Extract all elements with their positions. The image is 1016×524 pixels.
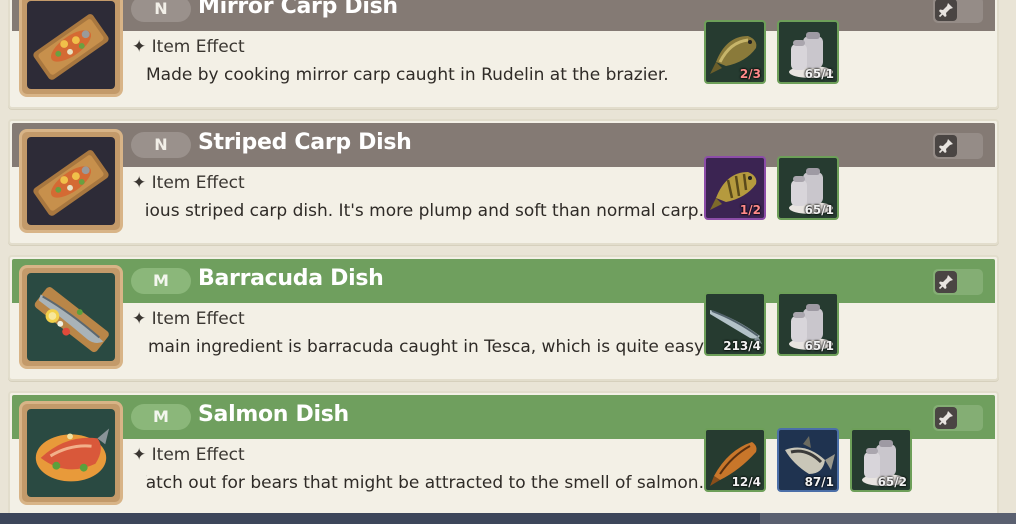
material-count: 12/4 — [731, 475, 761, 489]
recipe-list: N Mirror Carp Dish ✦ Item Effect Made by… — [0, 0, 1016, 524]
dish-thumbnail — [19, 0, 123, 97]
recipe-title: Salmon Dish — [198, 402, 349, 427]
pin-toggle[interactable] — [933, 133, 983, 159]
recipe-description: sh. Watch out for bears that might be at… — [146, 473, 704, 493]
recipe-description: delicious striped carp dish. It's more p… — [146, 201, 704, 221]
item-effect-label: ✦ Item Effect — [132, 37, 245, 57]
material-count: 213/4 — [723, 339, 761, 353]
pin-icon — [935, 0, 957, 21]
pin-toggle[interactable] — [933, 269, 983, 295]
barracuda-dish-icon — [34, 287, 109, 353]
material-count: 87/1 — [804, 475, 834, 489]
material-slot[interactable]: 65/1 — [777, 292, 839, 356]
dish-thumbnail — [19, 129, 123, 233]
material-count: 65/1 — [804, 339, 834, 353]
material-slot[interactable]: 1/2 — [704, 156, 766, 220]
material-count: 65/1 — [804, 203, 834, 217]
dish-thumbnail — [19, 401, 123, 505]
bottom-tab[interactable] — [760, 513, 1016, 524]
recipe-title: Mirror Carp Dish — [198, 0, 398, 19]
grade-badge: N — [131, 132, 191, 158]
recipe-title: Striped Carp Dish — [198, 130, 412, 155]
material-slot[interactable]: 12/4 — [704, 428, 766, 492]
recipe-title: Barracuda Dish — [198, 266, 384, 291]
item-effect-label: ✦ Item Effect — [132, 309, 245, 329]
material-count: 65/1 — [804, 67, 834, 81]
pin-toggle[interactable] — [933, 0, 983, 23]
item-effect-label: ✦ Item Effect — [132, 445, 245, 465]
grade-badge: M — [131, 404, 191, 430]
recipe-card-mirror-carp-dish[interactable]: N Mirror Carp Dish ✦ Item Effect Made by… — [8, 0, 999, 109]
grade-badge: M — [131, 268, 191, 294]
pin-icon — [935, 271, 957, 293]
recipe-card-barracuda-dish[interactable]: M Barracuda Dish ✦ Item Effect main ingr… — [8, 255, 999, 381]
salmon-dish-icon — [35, 428, 110, 482]
item-effect-text: Item Effect — [151, 445, 245, 465]
material-count: 2/3 — [739, 67, 761, 81]
item-effect-label: ✦ Item Effect — [132, 173, 245, 193]
recipe-description: Made by cooking mirror carp caught in Ru… — [146, 65, 669, 85]
material-slot[interactable]: 213/4 — [704, 292, 766, 356]
item-effect-text: Item Effect — [151, 309, 245, 329]
material-count: 65/2 — [877, 475, 907, 489]
carp-dish-icon — [33, 150, 109, 216]
carp-dish-icon — [33, 14, 109, 80]
item-effect-text: Item Effect — [151, 173, 245, 193]
recipe-description: main ingredient is barracuda caught in T… — [148, 337, 704, 357]
material-slot[interactable]: 2/3 — [704, 20, 766, 84]
recipe-card-salmon-dish[interactable]: M Salmon Dish ✦ Item Effect sh. Watch ou… — [8, 391, 999, 517]
pin-icon — [935, 407, 957, 429]
recipe-description-text: sh. Watch out for bears that might be at… — [146, 473, 704, 493]
recipe-description-text: delicious striped carp dish. It's more p… — [146, 201, 704, 221]
pin-toggle[interactable] — [933, 405, 983, 431]
material-slot[interactable]: 65/1 — [777, 156, 839, 220]
material-slot[interactable]: 87/1 — [777, 428, 839, 492]
material-slot[interactable]: 65/1 — [777, 20, 839, 84]
grade-badge: N — [131, 0, 191, 22]
material-count: 1/2 — [739, 203, 761, 217]
dish-thumbnail — [19, 265, 123, 369]
pin-icon — [935, 135, 957, 157]
material-slot[interactable]: 65/2 — [850, 428, 912, 492]
item-effect-text: Item Effect — [151, 37, 245, 57]
recipe-card-striped-carp-dish[interactable]: N Striped Carp Dish ✦ Item Effect delici… — [8, 119, 999, 245]
bottom-bar — [0, 513, 1016, 524]
